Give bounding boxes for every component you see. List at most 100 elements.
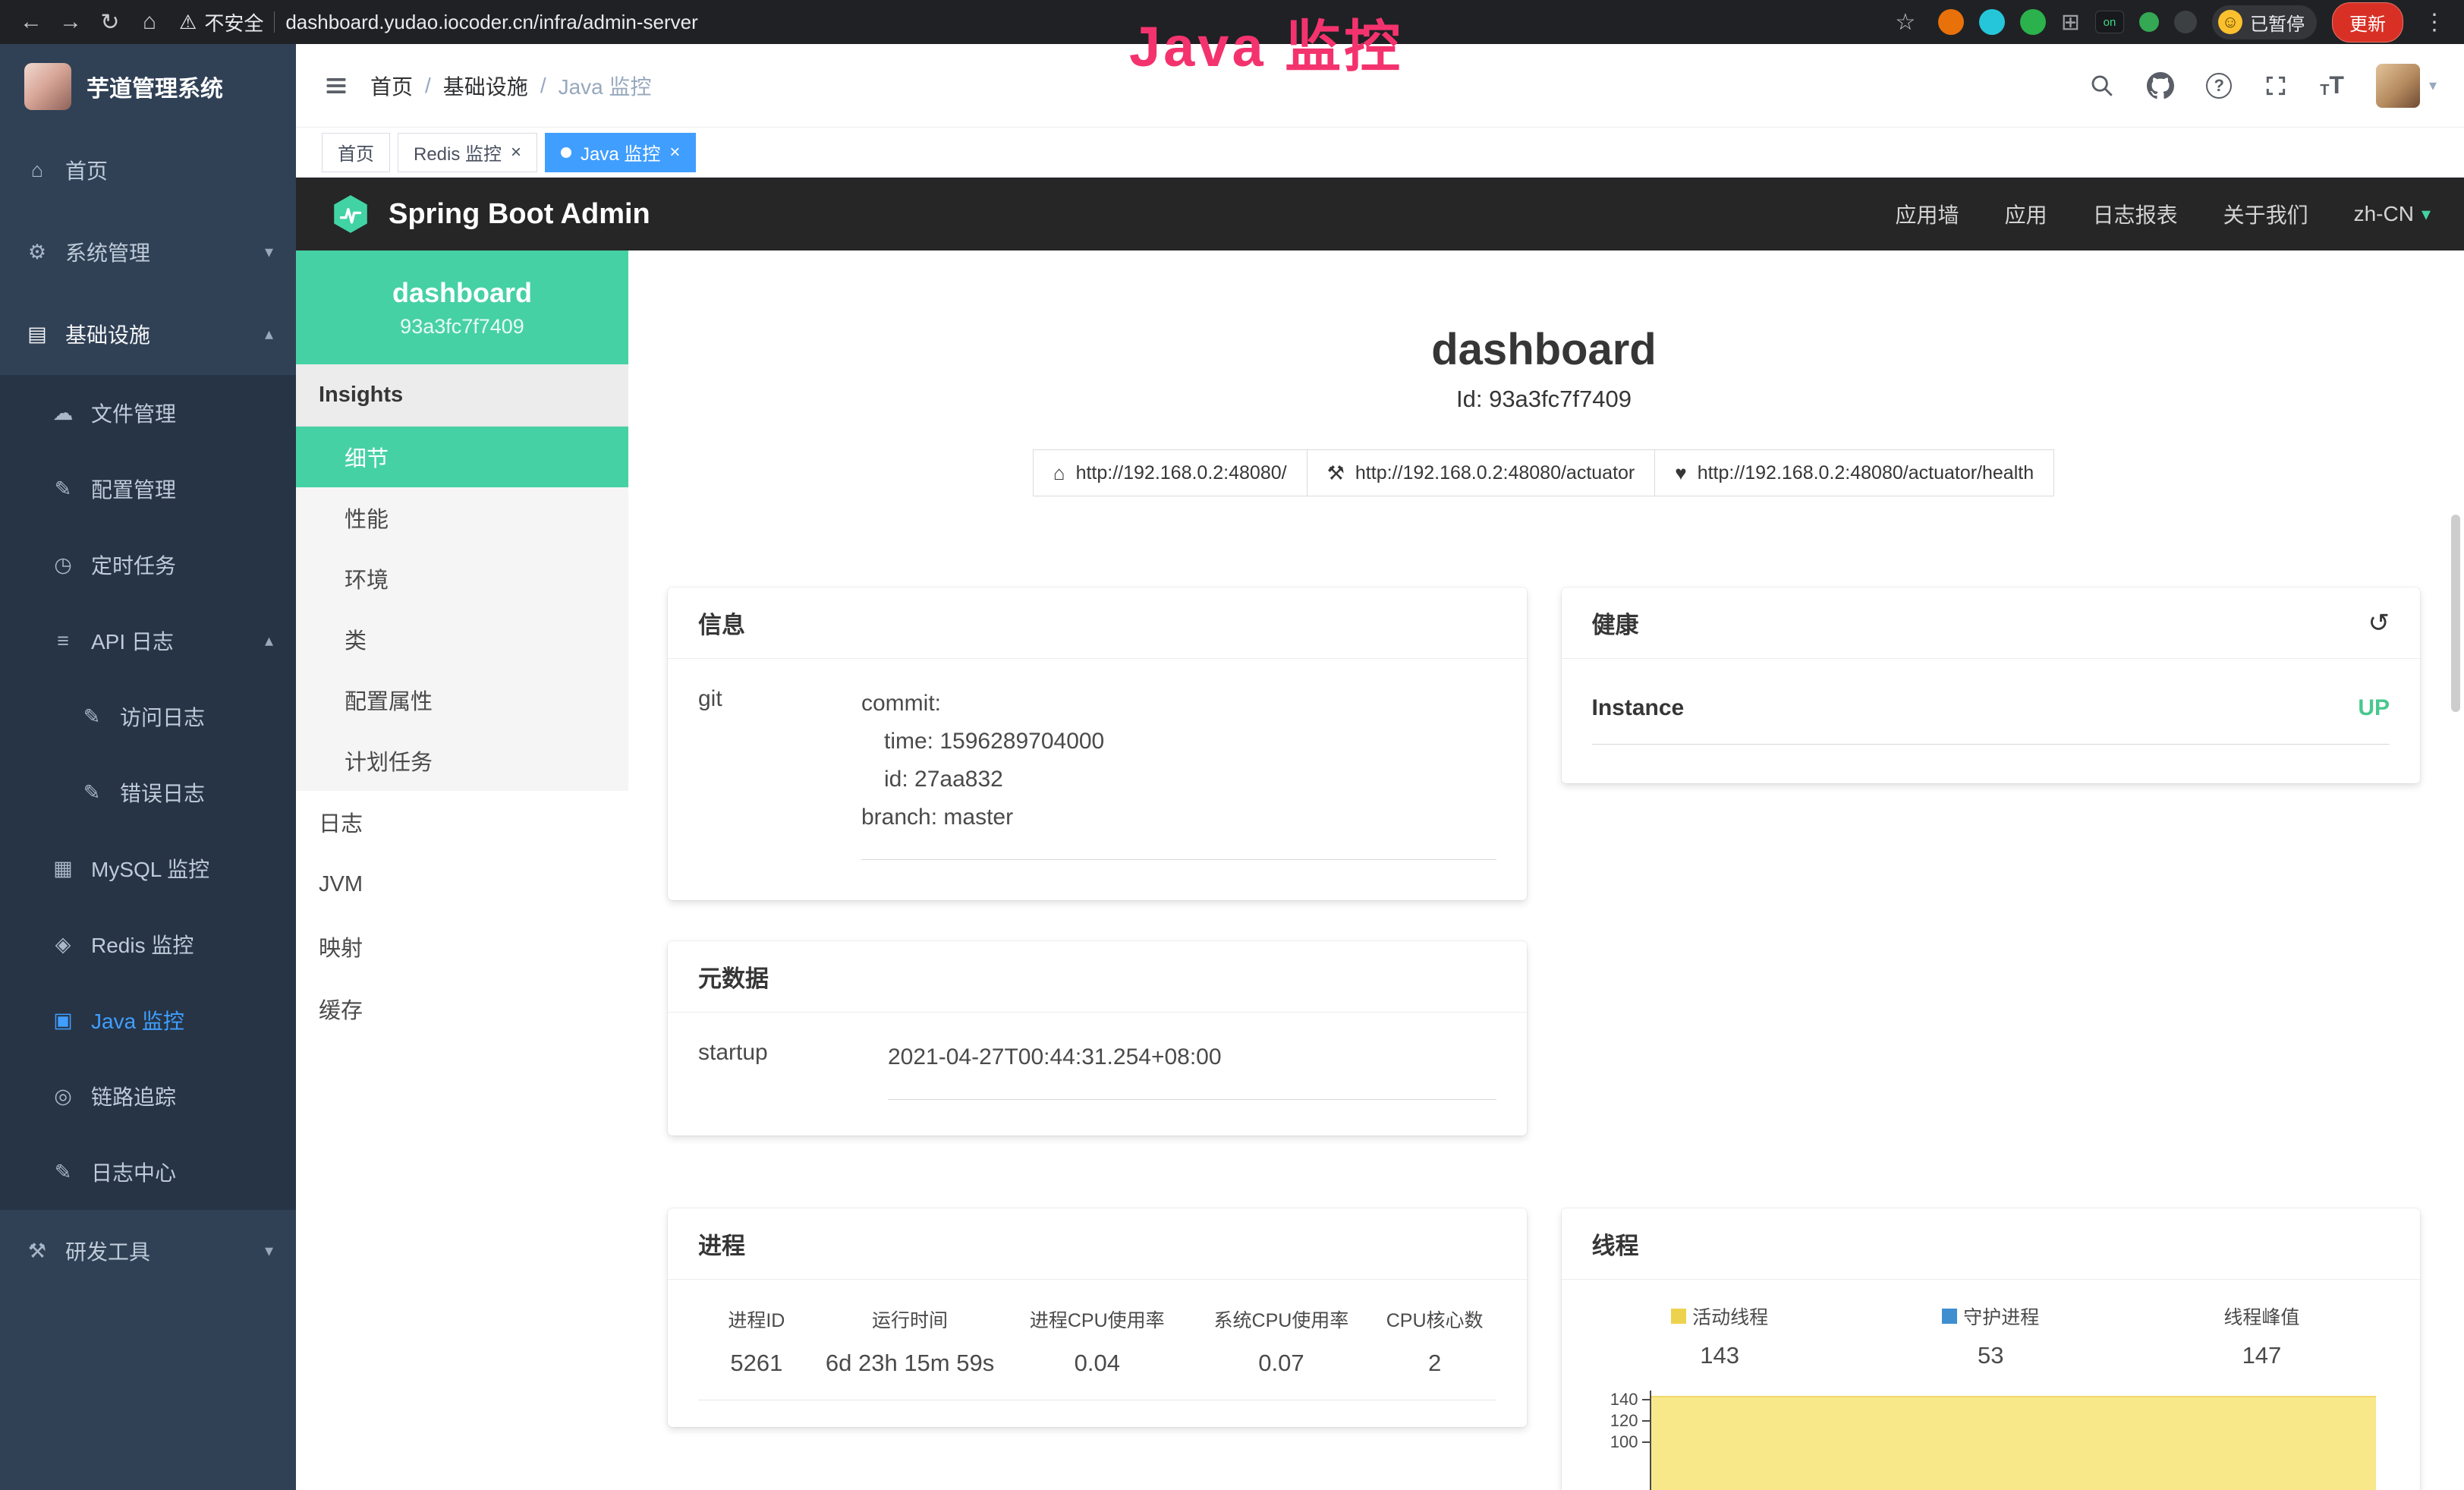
browser-forward-button[interactable]: →: [53, 5, 88, 39]
sidebar-item-label: 文件管理: [91, 398, 176, 428]
fullscreen-icon[interactable]: [2264, 74, 2288, 98]
sba-navbar: Spring Boot Admin 应用墙 应用 日志报表 关于我们 zh-CN…: [296, 178, 2464, 250]
insights-group: 细节 性能 环境 类 配置属性 计划任务: [296, 427, 628, 791]
browser-reload-button[interactable]: ↻: [93, 5, 127, 39]
extension-paw-icon[interactable]: [2174, 11, 2197, 33]
sidebar-item-access-logs[interactable]: ✎ 访问日志: [0, 679, 296, 754]
locale-selector[interactable]: zh-CN ▾: [2354, 202, 2431, 226]
list-icon: ≡: [50, 629, 76, 653]
health-row-instance[interactable]: Instance UP: [1592, 685, 2390, 745]
col-header-process-cpu: 进程CPU使用率: [1005, 1306, 1189, 1333]
font-size-large-glyph: T: [2329, 71, 2344, 99]
sidebar-item-file-mgmt[interactable]: ☁ 文件管理: [0, 375, 296, 451]
breadcrumb-home[interactable]: 首页: [370, 71, 413, 101]
scrollbar-thumb[interactable]: [2451, 515, 2460, 712]
security-warning[interactable]: ⚠ 不安全: [179, 8, 263, 36]
sba-nav-journal[interactable]: 日志报表: [2093, 199, 2178, 229]
bookmark-star-icon[interactable]: ☆: [1888, 5, 1923, 39]
clock-icon: ◷: [50, 553, 76, 577]
sidebar-item-java-monitor[interactable]: ▣ Java 监控: [0, 982, 296, 1058]
link-service-url[interactable]: ⌂ http://192.168.0.2:48080/: [1033, 449, 1308, 496]
java-monitor-icon: ▣: [50, 1009, 76, 1032]
metadata-card-title: 元数据: [668, 941, 1527, 1013]
tab-java-monitor[interactable]: Java 监控 ×: [545, 133, 696, 172]
app-logo[interactable]: 芋道管理系统: [0, 44, 296, 129]
sba-nav-links: 应用墙 应用 日志报表 关于我们 zh-CN ▾: [1896, 199, 2431, 229]
browser-back-button[interactable]: ←: [14, 5, 49, 39]
subnav-item-logs[interactable]: 日志: [296, 791, 628, 853]
github-icon[interactable]: [2147, 72, 2174, 99]
subnav-item-jvm[interactable]: JVM: [296, 853, 628, 915]
subnav-item-caches[interactable]: 缓存: [296, 978, 628, 1040]
extension-leaf-icon[interactable]: [2139, 12, 2159, 32]
browser-home-button[interactable]: ⌂: [132, 5, 167, 39]
sidebar-item-home[interactable]: ⌂ 首页: [0, 129, 296, 211]
sidebar-item-system-mgmt[interactable]: ⚙ 系统管理 ▾: [0, 211, 296, 293]
subnav-item-mappings[interactable]: 映射: [296, 915, 628, 978]
extension-grid-icon[interactable]: ⊞: [2061, 9, 2080, 36]
breadcrumb-current: Java 监控: [559, 71, 652, 101]
browser-menu-icon[interactable]: ⋮: [2418, 9, 2450, 36]
font-size-icon[interactable]: TT: [2320, 71, 2344, 99]
sidebar-item-scheduled-tasks[interactable]: ◷ 定时任务: [0, 527, 296, 603]
extension-on-toggle[interactable]: on: [2095, 11, 2124, 33]
tab-label: 首页: [338, 139, 374, 165]
browser-update-button[interactable]: 更新: [2332, 2, 2403, 43]
user-menu[interactable]: ▾: [2376, 64, 2437, 108]
subnav-item-details[interactable]: 细节: [296, 427, 628, 487]
sidebar-item-api-logs[interactable]: ≡ API 日志 ▴: [0, 603, 296, 679]
sidebar-item-dev-tools[interactable]: ⚒ 研发工具 ▾: [0, 1210, 296, 1292]
sidebar-item-log-center[interactable]: ✎ 日志中心: [0, 1134, 296, 1210]
link-actuator-url[interactable]: ⚒ http://192.168.0.2:48080/actuator: [1307, 449, 1656, 496]
sba-nav-applications[interactable]: 应用: [2005, 199, 2047, 229]
logo-avatar-image: [24, 63, 71, 110]
extension-icon-green[interactable]: [2020, 9, 2046, 35]
search-icon[interactable]: [2089, 73, 2115, 99]
help-icon[interactable]: ?: [2206, 73, 2232, 99]
subnav-item-classes[interactable]: 类: [296, 609, 628, 669]
history-icon[interactable]: ↺: [2368, 608, 2390, 638]
subnav-item-environment[interactable]: 环境: [296, 548, 628, 609]
instance-header[interactable]: dashboard 93a3fc7f7409: [296, 250, 628, 364]
subnav-item-scheduled[interactable]: 计划任务: [296, 730, 628, 791]
subnav-item-config-props[interactable]: 配置属性: [296, 669, 628, 730]
app-title: 芋道管理系统: [87, 70, 223, 103]
sba-nav-about[interactable]: 关于我们: [2223, 199, 2308, 229]
link-health-url[interactable]: ♥ http://192.168.0.2:48080/actuator/heal…: [1654, 449, 2054, 496]
sidebar-item-infrastructure[interactable]: ▤ 基础设施 ▴: [0, 293, 296, 375]
sidebar-item-config-mgmt[interactable]: ✎ 配置管理: [0, 451, 296, 527]
tab-home[interactable]: 首页: [322, 133, 390, 172]
smiley-icon: ☺: [2218, 10, 2242, 34]
sba-brand[interactable]: Spring Boot Admin: [329, 193, 650, 235]
page-url[interactable]: dashboard.yudao.iocoder.cn/infra/admin-s…: [285, 11, 697, 34]
locale-label: zh-CN: [2354, 202, 2414, 226]
sidebar-item-trace[interactable]: ◎ 链路追踪: [0, 1058, 296, 1134]
collapse-menu-icon[interactable]: [323, 74, 349, 97]
sba-nav-wallboard[interactable]: 应用墙: [1896, 199, 1959, 229]
sidebar-item-error-logs[interactable]: ✎ 错误日志: [0, 754, 296, 830]
paused-badge[interactable]: ☺ 已暂停: [2212, 5, 2317, 39]
legend-value: 53: [1978, 1342, 2003, 1369]
warning-icon: ⚠: [179, 11, 197, 34]
extension-icon-orange[interactable]: [1938, 9, 1964, 35]
page-subtitle: Id: 93a3fc7f7409: [668, 384, 2420, 414]
close-icon[interactable]: ×: [669, 142, 680, 163]
security-warning-label: 不安全: [204, 8, 263, 36]
breadcrumb-separator: /: [425, 74, 431, 98]
home-icon: ⌂: [1053, 461, 1065, 485]
git-id-line: id: 27aa832: [861, 761, 1496, 799]
tab-redis-monitor[interactable]: Redis 监控 ×: [398, 133, 537, 172]
col-header-cpu-cores: CPU核心数: [1374, 1306, 1496, 1333]
breadcrumb-infrastructure[interactable]: 基础设施: [443, 71, 528, 101]
subnav-item-performance[interactable]: 性能: [296, 487, 628, 548]
sidebar-item-label: 访问日志: [120, 701, 205, 732]
address-bar[interactable]: ⚠ 不安全 dashboard.yudao.iocoder.cn/infra/a…: [179, 8, 1883, 36]
link-label: http://192.168.0.2:48080/: [1076, 462, 1287, 484]
sidebar-item-redis-monitor[interactable]: ◈ Redis 监控: [0, 906, 296, 982]
database-icon: ▦: [50, 857, 76, 880]
sidebar-item-label: 错误日志: [120, 777, 205, 808]
sidebar-item-mysql-monitor[interactable]: ▦ MySQL 监控: [0, 830, 296, 906]
metadata-value: 2021-04-27T00:44:31.254+08:00: [888, 1038, 1496, 1076]
extension-icon-teal[interactable]: [1979, 9, 2005, 35]
close-icon[interactable]: ×: [511, 142, 521, 163]
